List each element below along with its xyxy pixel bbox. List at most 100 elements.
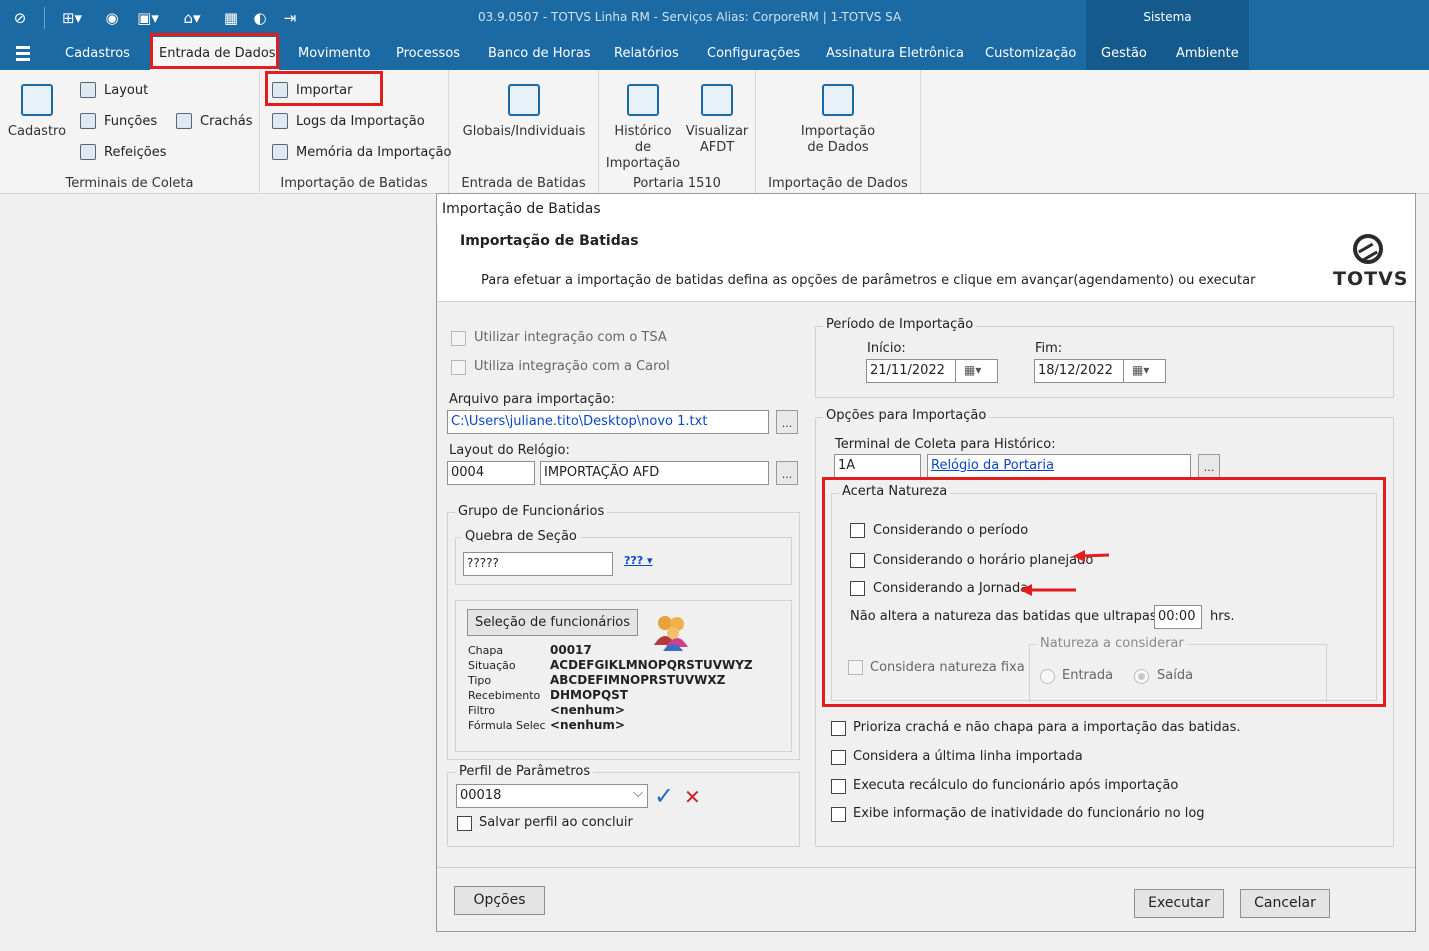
ribbon-group-label: Terminais de Coleta (65, 176, 194, 191)
hamburger-menu-icon[interactable] (16, 46, 32, 62)
logs-label: Logs da Importação (296, 113, 425, 129)
cancelar-button[interactable]: Cancelar (1240, 889, 1330, 918)
globais-label: Globais/Individuais (462, 124, 586, 139)
mask-dropdown-button[interactable]: ??? ▾ (624, 554, 653, 567)
terminal-label: Terminal de Coleta para Histórico: (835, 437, 1056, 452)
salvar-perfil-checkbox[interactable] (457, 816, 472, 831)
window-title: 03.9.0507 - TOTVS Linha RM - Serviços Al… (478, 10, 902, 24)
fim-label: Fim: (1035, 341, 1063, 356)
cadastro-button[interactable]: Cadastro (6, 84, 68, 140)
layout-icon (80, 82, 96, 98)
home-icon[interactable]: ⌂▾ (176, 8, 208, 28)
menu-cadastros[interactable]: Cadastros (65, 46, 130, 61)
refeicoes-icon (80, 144, 96, 160)
selecao-funcionarios-button[interactable]: Seleção de funcionários (467, 609, 638, 636)
grid-icon[interactable]: ▦ (221, 8, 241, 28)
terminal-name-input[interactable]: Relógio da Portaria (927, 454, 1191, 478)
ribbon-group-label: Importação de Batidas (280, 176, 428, 191)
ribbon-group-importacao-dados: Importação de Dados Importação de Dados (756, 70, 921, 193)
chevron-down-icon: ⌵ (633, 786, 643, 801)
carol-checkbox[interactable] (451, 360, 466, 375)
refeicoes-button[interactable]: Refeições (80, 144, 167, 160)
fim-date-input[interactable]: 18/12/2022 (1034, 359, 1124, 383)
menu-relatorios[interactable]: Relatórios (614, 46, 679, 61)
menu-processos[interactable]: Processos (396, 46, 460, 61)
context-tab-sistema[interactable]: Sistema (1086, 0, 1249, 37)
inicio-date-input[interactable]: 21/11/2022 (866, 359, 956, 383)
sitemap-icon[interactable]: ⊞▾ (56, 8, 88, 28)
tsa-label: Utilizar integração com o TSA (474, 330, 667, 345)
visualizar-afdt-button[interactable]: Visualizar AFDT (683, 84, 751, 156)
info-value-situacao: ACDEFGIKLMNOPQRSTUVWYZ (550, 658, 753, 672)
exit-icon[interactable]: ⇥ (280, 8, 300, 28)
logs-icon (272, 113, 288, 129)
historico-importacao-button[interactable]: Histórico de Importação (605, 84, 681, 172)
prioriza-cracha-label: Prioriza crachá e não chapa para a impor… (853, 720, 1241, 735)
salvar-perfil-label: Salvar perfil ao concluir (479, 815, 633, 830)
menu-movimento[interactable]: Movimento (298, 46, 370, 61)
importacao-dados-button[interactable]: Importação de Dados (786, 84, 890, 156)
dialog-header: Importação de Batidas Para efetuar a imp… (438, 224, 1415, 302)
selecao-values: 00017 ACDEFGIKLMNOPQRSTUVWYZ ABCDEFIMNOP… (550, 643, 753, 733)
periodo-title: Período de Importação (823, 317, 977, 332)
layout-code-input[interactable]: 0004 (447, 461, 535, 485)
history-icon (627, 84, 659, 116)
layout-browse-button[interactable]: ... (776, 461, 798, 485)
info-key-formula: Fórmula Selec (468, 719, 546, 732)
globais-individuais-button[interactable]: Globais/Individuais (457, 84, 591, 140)
document-icon (508, 84, 540, 116)
info-value-recebimento: DHMOPQST (550, 688, 628, 702)
tsa-checkbox[interactable] (451, 331, 466, 346)
carol-label: Utiliza integração com a Carol (474, 359, 670, 374)
info-value-tipo: ABCDEFIMNOPRSTUVWXZ (550, 673, 726, 687)
visualizar-label-2: AFDT (699, 140, 735, 155)
perfil-select[interactable]: 00018 ⌵ (456, 784, 648, 808)
fim-calendar-button[interactable]: ▦▾ (1123, 359, 1166, 383)
arquivo-input[interactable]: C:\Users\juliane.tito\Desktop\novo 1.txt (447, 410, 769, 434)
funcoes-button[interactable]: Funções (80, 113, 157, 129)
dialog-window-title: Importação de Batidas (442, 201, 601, 217)
screen-icon[interactable]: ▣▾ (132, 8, 164, 28)
terminal-code-input[interactable]: 1A (834, 454, 921, 478)
info-key-recebimento: Recebimento (468, 689, 541, 702)
mask-dropdown-icon: ??? (624, 554, 644, 567)
inatividade-checkbox[interactable] (831, 807, 846, 822)
executar-button[interactable]: Executar (1134, 889, 1224, 918)
menu-ambiente[interactable]: Ambiente (1176, 46, 1239, 61)
globe-icon[interactable]: ◐ (250, 8, 270, 28)
selecao-info: Chapa Situação Tipo Recebimento Filtro F… (468, 643, 546, 733)
menu-assinatura-eletronica[interactable]: Assinatura Eletrônica (826, 46, 964, 61)
dialog-title-bar: Importação de Batidas (437, 194, 1415, 224)
menu-configuracoes[interactable]: Configurações (707, 46, 800, 61)
memoria-importacao-button[interactable]: Memória da Importação (272, 144, 451, 160)
inatividade-label: Exibe informação de inatividade do funci… (853, 806, 1205, 821)
totvs-icon (1353, 234, 1383, 264)
highlight-box-importar (265, 71, 383, 106)
cancel-x-icon[interactable]: ✕ (684, 785, 701, 809)
opcoes-button[interactable]: Opções (454, 886, 545, 915)
layout-name-input[interactable]: IMPORTAÇÃO AFD (540, 461, 769, 485)
totvs-logo-icon[interactable]: ⊘ (10, 8, 30, 28)
annotation-arrow-icon (1020, 584, 1076, 596)
logs-importacao-button[interactable]: Logs da Importação (272, 113, 425, 129)
confirm-check-icon[interactable]: ✓ (654, 782, 674, 810)
memoria-label: Memória da Importação (296, 144, 452, 160)
quebra-secao-input[interactable]: ????? (463, 552, 613, 576)
funcoes-icon (80, 113, 96, 129)
menu-gestao[interactable]: Gestão (1101, 46, 1147, 61)
inicio-calendar-button[interactable]: ▦▾ (955, 359, 998, 383)
terminal-name-link[interactable]: Relógio da Portaria (931, 458, 1054, 473)
layout-button[interactable]: Layout (80, 82, 148, 98)
menu-banco-de-horas[interactable]: Banco de Horas (488, 46, 591, 61)
layout-label: Layout (104, 82, 149, 98)
recalculo-checkbox[interactable] (831, 779, 846, 794)
prioriza-cracha-checkbox[interactable] (831, 721, 846, 736)
view-icon[interactable]: ◉ (102, 8, 122, 28)
terminal-browse-button[interactable]: ... (1198, 454, 1220, 478)
arquivo-browse-button[interactable]: ... (776, 410, 798, 434)
menu-customizacao[interactable]: Customização (985, 46, 1076, 61)
title-bar: ⊘ ⊞▾ ◉ ▣▾ ⌂▾ ▦ ◐ ⇥ 03.9.0507 - TOTVS Lin… (0, 0, 1429, 37)
info-key-filtro: Filtro (468, 704, 495, 717)
ultima-linha-checkbox[interactable] (831, 750, 846, 765)
crachas-button[interactable]: Crachás (176, 113, 253, 129)
